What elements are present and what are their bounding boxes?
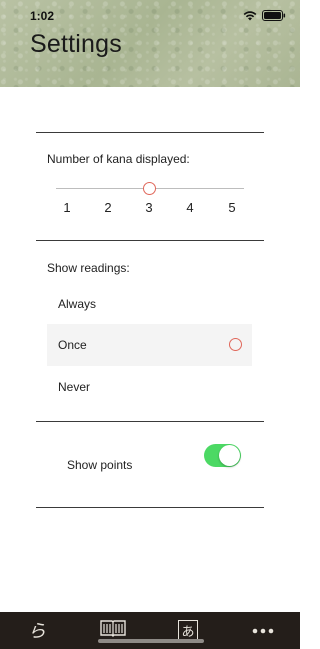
kana-tick-3: 3: [145, 200, 153, 215]
home-indicator: [98, 639, 204, 643]
kana-tick-1: 1: [63, 200, 71, 215]
show-points-label: Show points: [67, 458, 133, 472]
kana-tick-4: 4: [186, 200, 194, 215]
reading-option-always[interactable]: Always: [47, 283, 252, 325]
battery-icon: [262, 10, 286, 21]
kana-card-icon: あ: [178, 620, 198, 640]
page-title: Settings: [30, 30, 122, 58]
tab-more[interactable]: [250, 618, 276, 642]
reading-option-label: Once: [58, 338, 87, 352]
show-points-toggle[interactable]: [204, 444, 241, 467]
wifi-icon: [243, 10, 257, 21]
reading-option-label: Always: [58, 297, 97, 311]
header-banner: 1:02 Settings: [0, 0, 300, 87]
readings-label: Show readings:: [47, 261, 130, 275]
toggle-knob: [219, 445, 240, 466]
selected-radio-icon: [229, 338, 242, 351]
kana-count-label: Number of kana displayed:: [47, 152, 190, 166]
tab-kana-writing[interactable]: ら: [24, 618, 50, 642]
more-icon: [252, 621, 274, 639]
divider: [36, 421, 264, 422]
divider: [36, 132, 264, 133]
reading-option-label: Never: [58, 380, 91, 394]
status-time: 1:02: [30, 9, 55, 23]
kana-tick-2: 2: [104, 200, 112, 215]
bottom-tab-bar: ら あ: [0, 612, 300, 649]
status-icons: [243, 10, 286, 21]
kana-stroke-icon: ら: [28, 621, 46, 642]
kana-slider-thumb[interactable]: [143, 182, 156, 195]
divider: [36, 507, 264, 508]
reading-option-never[interactable]: Never: [47, 366, 252, 408]
divider: [36, 240, 264, 241]
kana-tick-5: 5: [228, 200, 236, 215]
reading-option-once[interactable]: Once: [47, 324, 252, 366]
